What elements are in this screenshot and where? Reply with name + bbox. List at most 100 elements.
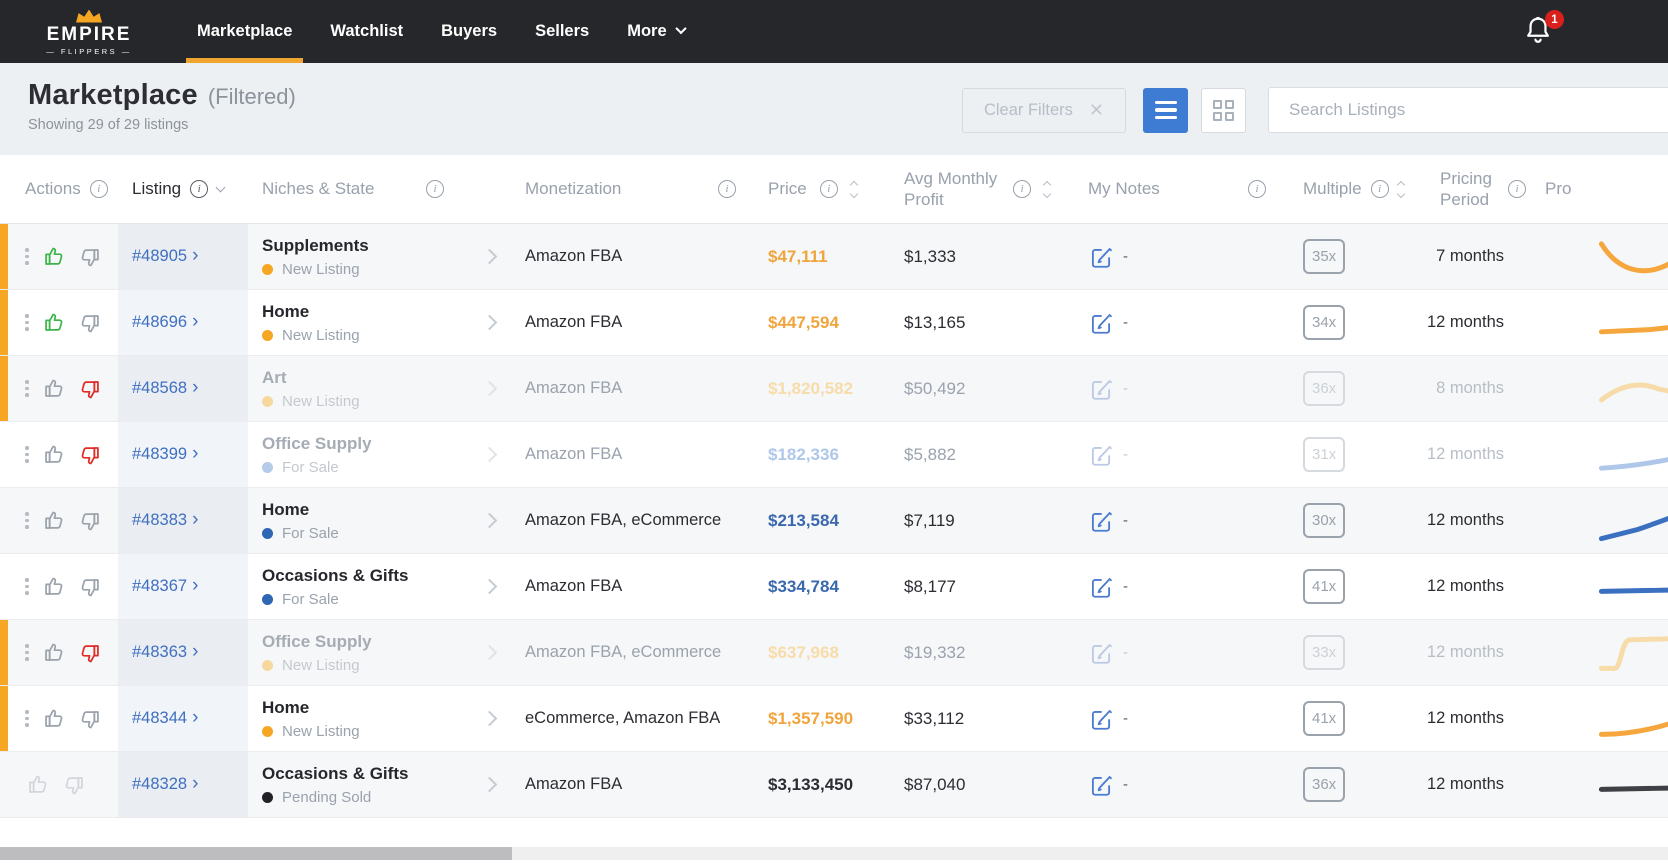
listing-id: #48328: [132, 775, 187, 794]
expand-row-icon[interactable]: [481, 381, 497, 397]
col-header-listing[interactable]: Listing i: [118, 155, 248, 223]
search-input[interactable]: [1268, 87, 1668, 133]
expand-row-icon[interactable]: [481, 579, 497, 595]
edit-note-icon[interactable]: [1088, 508, 1114, 534]
listing-id-link[interactable]: #48363›: [132, 643, 198, 662]
listing-id-link[interactable]: #48696›: [132, 313, 198, 332]
expand-row-icon[interactable]: [481, 711, 497, 727]
monetization-cell: eCommerce, Amazon FBA: [510, 686, 760, 751]
listing-id-link[interactable]: #48568›: [132, 379, 198, 398]
chevron-right-icon: ›: [192, 708, 198, 727]
drag-handle-icon[interactable]: [25, 710, 29, 727]
info-icon[interactable]: i: [426, 180, 444, 198]
listing-id-link[interactable]: #48905›: [132, 247, 198, 266]
thumbs-down-icon[interactable]: [61, 772, 87, 798]
expand-row-icon[interactable]: [481, 447, 497, 463]
edit-note-icon[interactable]: [1088, 640, 1114, 666]
thumbs-down-icon[interactable]: [77, 376, 103, 402]
thumbs-up-icon[interactable]: [41, 310, 67, 336]
scrollbar-thumb[interactable]: [0, 847, 512, 860]
nav-item-marketplace[interactable]: Marketplace: [178, 0, 311, 63]
notes-value: -: [1123, 512, 1128, 529]
chevron-down-icon[interactable]: [216, 182, 226, 192]
edit-note-icon[interactable]: [1088, 376, 1114, 402]
my-notes-cell: -: [1075, 554, 1290, 619]
thumbs-up-icon[interactable]: [41, 244, 67, 270]
expand-row-icon[interactable]: [481, 513, 497, 529]
listing-id-link[interactable]: #48344›: [132, 709, 198, 728]
notifications-button[interactable]: 1: [1522, 14, 1556, 50]
info-icon[interactable]: i: [718, 180, 736, 198]
multiple-badge: 31x: [1303, 437, 1345, 472]
thumbs-up-icon[interactable]: [41, 376, 67, 402]
thumbs-down-icon[interactable]: [77, 508, 103, 534]
sort-icon[interactable]: [1398, 182, 1404, 197]
sort-icon[interactable]: [851, 182, 857, 197]
thumbs-up-icon[interactable]: [41, 706, 67, 732]
info-icon[interactable]: i: [1013, 180, 1031, 198]
thumbs-up-icon[interactable]: [25, 772, 51, 798]
drag-handle-icon[interactable]: [25, 314, 29, 331]
thumbs-up-icon[interactable]: [41, 574, 67, 600]
info-icon[interactable]: i: [1248, 180, 1266, 198]
col-header-multiple[interactable]: Multiple i: [1290, 155, 1420, 223]
edit-note-icon[interactable]: [1088, 772, 1114, 798]
status-line: New Listing: [262, 657, 372, 674]
info-icon[interactable]: i: [190, 180, 208, 198]
drag-handle-icon[interactable]: [25, 248, 29, 265]
nav-item-more[interactable]: More: [608, 0, 703, 63]
thumbs-up-icon[interactable]: [41, 640, 67, 666]
drag-handle-icon[interactable]: [25, 446, 29, 463]
multiple-badge: 35x: [1303, 239, 1345, 274]
info-icon[interactable]: i: [820, 180, 838, 198]
listing-id-link[interactable]: #48383›: [132, 511, 198, 530]
drag-handle-icon[interactable]: [25, 512, 29, 529]
niche-name: Home: [262, 500, 339, 520]
profit-trend-sparkline: [1595, 565, 1668, 609]
expand-row-icon[interactable]: [481, 315, 497, 331]
sort-icon[interactable]: [1044, 182, 1050, 197]
edit-note-icon[interactable]: [1088, 244, 1114, 270]
edit-note-icon[interactable]: [1088, 442, 1114, 468]
clear-filters-button[interactable]: Clear Filters ✕: [962, 88, 1126, 133]
thumbs-up-icon[interactable]: [41, 508, 67, 534]
drag-handle-icon[interactable]: [25, 578, 29, 595]
listing-id-cell: #48328›: [118, 752, 248, 817]
list-view-button[interactable]: [1143, 88, 1188, 133]
edit-note-icon[interactable]: [1088, 574, 1114, 600]
empire-flippers-logo[interactable]: EMPIRE — FLIPPERS —: [0, 8, 178, 56]
edit-note-icon[interactable]: [1088, 706, 1114, 732]
nav-item-sellers[interactable]: Sellers: [516, 0, 608, 63]
thumbs-up-icon[interactable]: [41, 442, 67, 468]
expand-row-icon[interactable]: [481, 249, 497, 265]
nav-item-watchlist[interactable]: Watchlist: [311, 0, 422, 63]
col-header-price[interactable]: Price i: [760, 155, 890, 223]
thumbs-down-icon[interactable]: [77, 310, 103, 336]
chevron-right-icon: ›: [192, 444, 198, 463]
drag-handle-icon[interactable]: [25, 644, 29, 661]
col-header-avg-monthly-profit[interactable]: Avg Monthly Profit i: [890, 155, 1075, 223]
thumbs-down-icon[interactable]: [77, 574, 103, 600]
thumbs-down-icon[interactable]: [77, 706, 103, 732]
niche-wrap: Office SupplyNew Listing: [262, 632, 372, 674]
thumbs-down-icon[interactable]: [77, 244, 103, 270]
edit-note-icon[interactable]: [1088, 310, 1114, 336]
info-icon[interactable]: i: [1371, 180, 1389, 198]
multiple-badge: 41x: [1303, 569, 1345, 604]
info-icon[interactable]: i: [90, 180, 108, 198]
listing-id-link[interactable]: #48399›: [132, 445, 198, 464]
listing-id-link[interactable]: #48328›: [132, 775, 198, 794]
multiple-cell: 36x: [1290, 752, 1420, 817]
drag-handle-icon[interactable]: [25, 380, 29, 397]
horizontal-scrollbar[interactable]: [0, 847, 1668, 860]
thumbs-down-icon[interactable]: [77, 640, 103, 666]
thumbs-down-icon[interactable]: [77, 442, 103, 468]
info-icon[interactable]: i: [1508, 180, 1526, 198]
multiple-cell: 34x: [1290, 290, 1420, 355]
nav-item-buyers[interactable]: Buyers: [422, 0, 516, 63]
expand-row-icon[interactable]: [481, 777, 497, 793]
listing-id-link[interactable]: #48367›: [132, 577, 198, 596]
grid-view-button[interactable]: [1201, 88, 1246, 133]
expand-row-icon[interactable]: [481, 645, 497, 661]
multiple-cell: 30x: [1290, 488, 1420, 553]
